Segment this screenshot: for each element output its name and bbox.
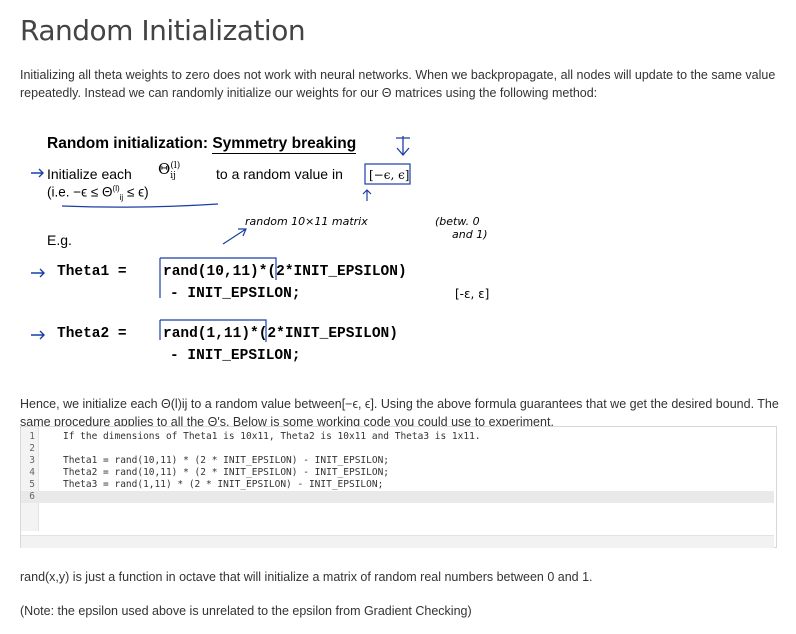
lecture-slide-image: Random initialization: Symmetry breaking… [30, 130, 730, 380]
pen-underline [61, 203, 219, 208]
hand-note-and: and 1) [452, 228, 488, 241]
init-text-b: to a random value in [216, 166, 343, 182]
code-line: 2 [21, 443, 774, 455]
theta1-code-cont: - INIT_EPSILON; [170, 286, 301, 302]
theta1-label: Theta1 = [57, 264, 127, 280]
pen-diag-arrow-icon [222, 228, 247, 245]
epsilon-range-box: [−ϵ, ϵ] [364, 163, 411, 185]
theta-symbol: Θ(l)ij [158, 160, 181, 181]
code-line-text: Theta3 = rand(1,11) * (2 * INIT_EPSILON)… [63, 479, 384, 490]
hand-note-random: random 10×11 matrix [245, 215, 368, 228]
slide-heading-prefix: Random initialization: [47, 135, 213, 152]
line-number: 1 [29, 431, 35, 442]
pen-arrow-icon [31, 168, 44, 178]
init-ie-text: (i.e. −ϵ ≤ Θ [47, 184, 113, 200]
line-number: 4 [29, 467, 35, 478]
line-number: 6 [29, 491, 35, 502]
eg-label: E.g. [47, 232, 72, 248]
rand-note-paragraph: rand(x,y) is just a function in octave t… [20, 570, 593, 584]
init-text-a: Initialize each [47, 166, 132, 182]
code-line: 3 Theta1 = rand(10,11) * (2 * INIT_EPSIL… [21, 455, 774, 467]
init-line-2: (i.e. −ϵ ≤ Θ(l)ij ≤ ϵ) [47, 184, 149, 203]
page-title: Random Initialization [20, 14, 306, 47]
line-number: 5 [29, 479, 35, 490]
pen-arrow-icon [31, 268, 45, 278]
code-line-text: Theta2 = rand(10,11) * (2 * INIT_EPSILON… [63, 467, 390, 478]
theta2-code-cont: - INIT_EPSILON; [170, 348, 301, 364]
intro-paragraph: Initializing all theta weights to zero d… [20, 68, 776, 100]
svg-text:[−ϵ, ϵ]: [−ϵ, ϵ] [369, 168, 410, 182]
line-number: 3 [29, 455, 35, 466]
code-scrollbar[interactable] [21, 535, 774, 548]
code-line-active: 6 [21, 491, 774, 503]
pen-down-arrow-icon [396, 136, 410, 156]
pen-up-arrow-icon [362, 189, 372, 201]
line-number: 2 [29, 443, 35, 454]
code-line-text: Theta1 = rand(10,11) * (2 * INIT_EPSILON… [63, 455, 390, 466]
code-line: 4 Theta2 = rand(10,11) * (2 * INIT_EPSIL… [21, 467, 774, 479]
slide-heading: Random initialization: Symmetry breaking [47, 135, 357, 154]
code-line: 1 If the dimensions of Theta1 is 10x11, … [21, 431, 774, 443]
init-le-text: ≤ ϵ) [126, 184, 149, 200]
theta2-label: Theta2 = [57, 326, 127, 342]
hand-note-between: (betw. 0 [435, 215, 480, 228]
code-line: 5 Theta3 = rand(1,11) * (2 * INIT_EPSILO… [21, 479, 774, 491]
code-line-text: If the dimensions of Theta1 is 10x11, Th… [63, 431, 481, 442]
epsilon-note-paragraph: (Note: the epsilon used above is unrelat… [20, 604, 472, 618]
code-block[interactable]: 1 If the dimensions of Theta1 is 10x11, … [20, 426, 777, 548]
slide-heading-underlined: Symmetry breaking [212, 135, 357, 154]
pen-arrow-icon [31, 330, 45, 340]
hand-note-range: [-ε, ε] [455, 287, 490, 301]
